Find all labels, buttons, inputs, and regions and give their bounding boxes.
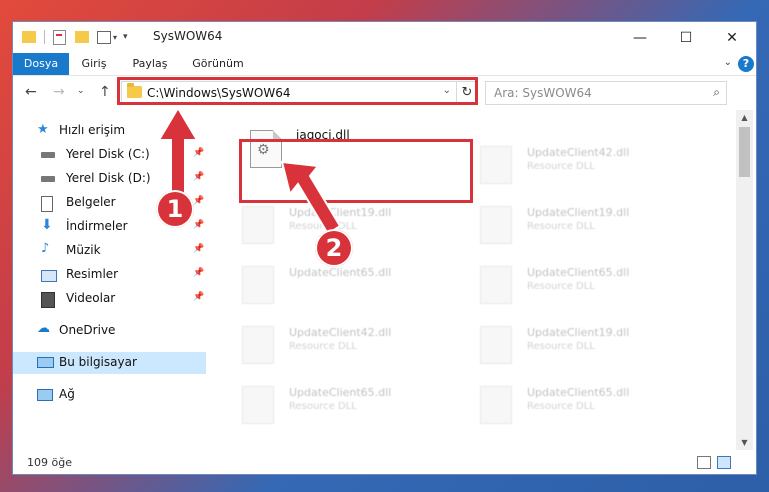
annotation-arrows [157, 106, 342, 236]
arrow-2 [280, 160, 342, 236]
arrow-1 [157, 106, 199, 197]
step-badge-2: 2 [315, 229, 353, 267]
step-badge-1: 1 [156, 190, 194, 228]
